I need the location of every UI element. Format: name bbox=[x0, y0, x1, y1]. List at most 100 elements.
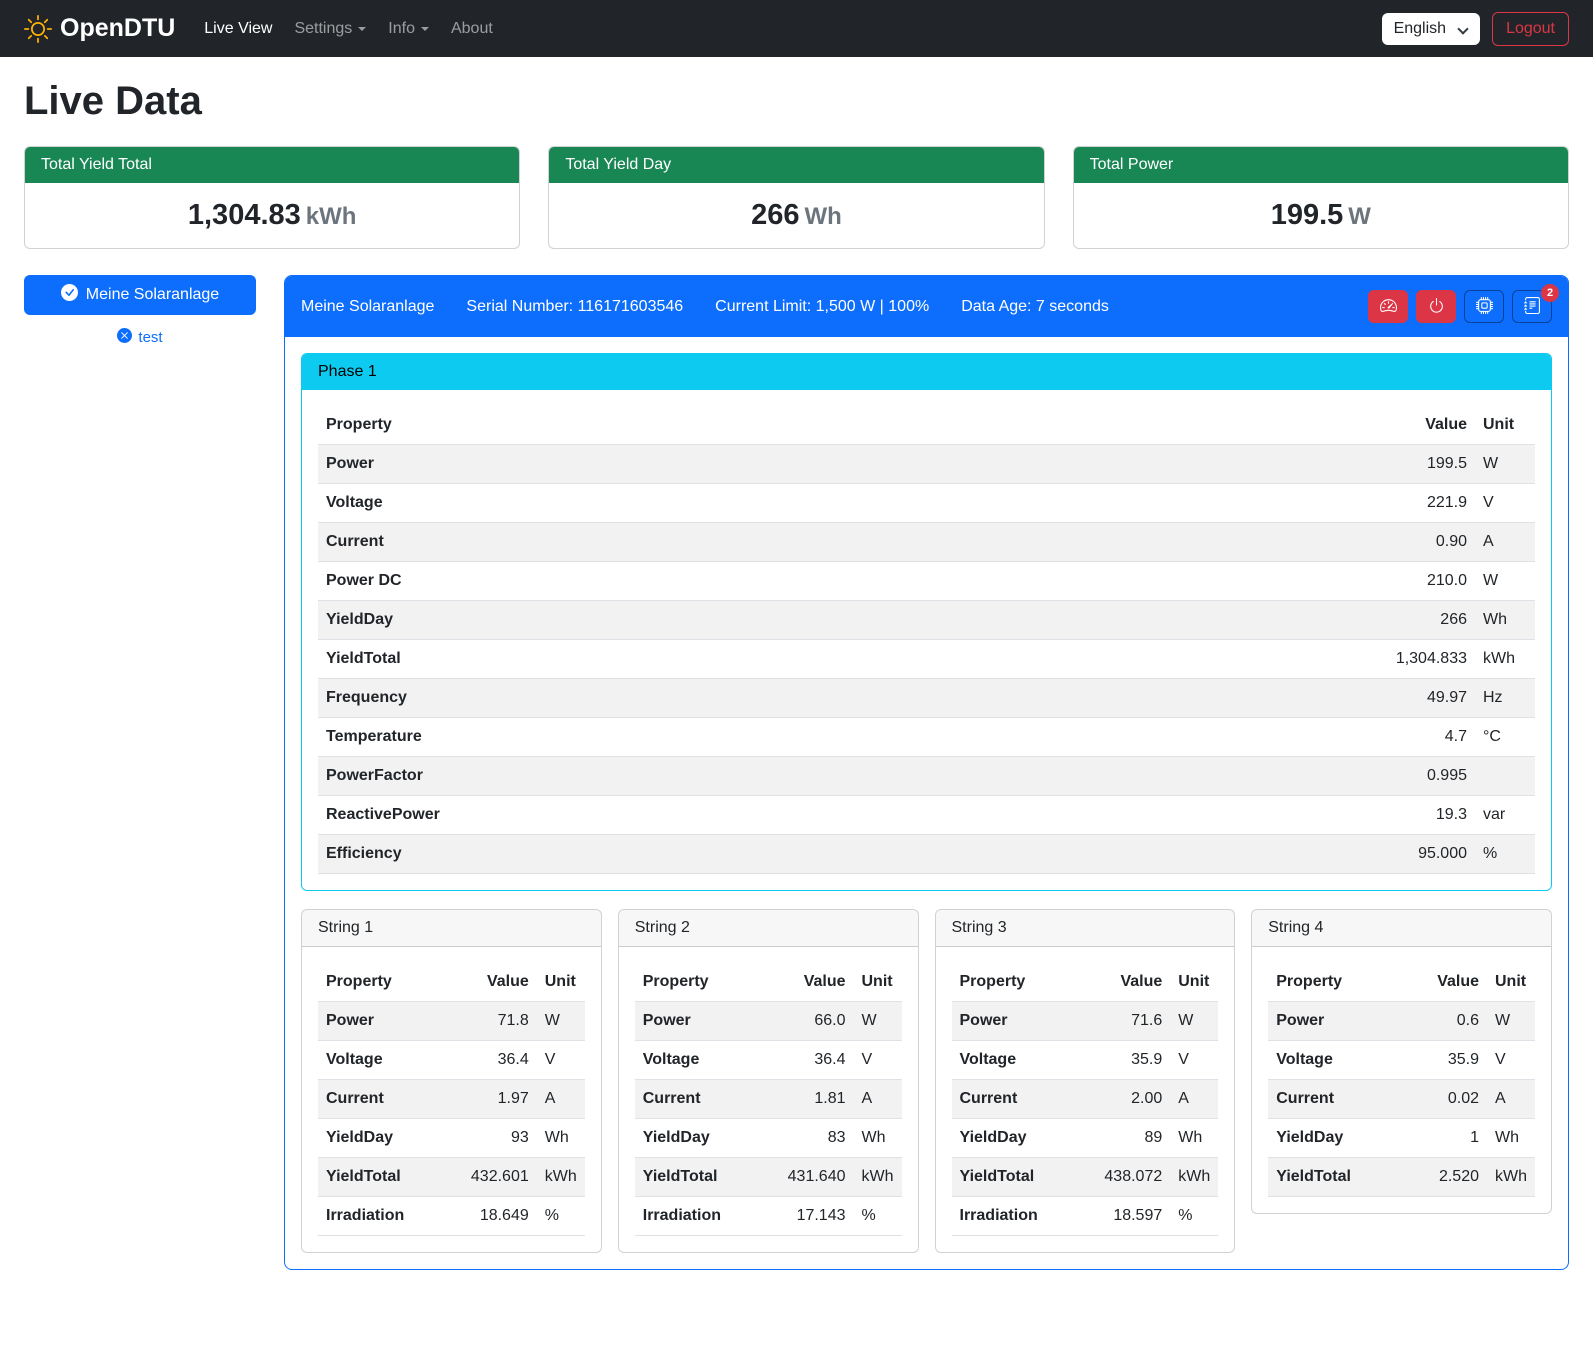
unit-cell: Wh bbox=[854, 1119, 902, 1158]
device-info-button[interactable] bbox=[1464, 290, 1504, 323]
unit-cell: kWh bbox=[537, 1158, 585, 1197]
unit-cell: A bbox=[1487, 1080, 1535, 1119]
string-title: String 2 bbox=[619, 910, 918, 947]
unit-cell: V bbox=[537, 1041, 585, 1080]
unit-cell: kWh bbox=[1487, 1158, 1535, 1197]
card-unit: kWh bbox=[306, 203, 357, 230]
table-row: YieldTotal1,304.833kWh bbox=[318, 640, 1535, 679]
unit-cell: Wh bbox=[537, 1119, 585, 1158]
property-cell: YieldDay bbox=[952, 1119, 1097, 1158]
property-cell: Voltage bbox=[1268, 1041, 1413, 1080]
table-row: Power DC210.0W bbox=[318, 562, 1535, 601]
main-nav: Live View Settings Info About bbox=[193, 12, 504, 46]
value-cell: 18.649 bbox=[463, 1197, 537, 1236]
phase-card-body: Property Value Unit Power199.5WVoltage22… bbox=[302, 390, 1551, 874]
content-row: Meine Solaranlage test Meine Solaranlage… bbox=[24, 275, 1569, 1270]
navbar: OpenDTU Live View Settings Info About En… bbox=[0, 0, 1593, 57]
table-row: YieldDay89Wh bbox=[952, 1119, 1219, 1158]
property-cell: Current bbox=[952, 1080, 1097, 1119]
property-cell: Voltage bbox=[635, 1041, 780, 1080]
table-row: Current0.02A bbox=[1268, 1080, 1535, 1119]
table-header-row: Property Value Unit bbox=[318, 963, 585, 1002]
value-cell: 432.601 bbox=[463, 1158, 537, 1197]
unit-cell: kWh bbox=[1475, 640, 1535, 679]
navbar-right: English Logout bbox=[1382, 12, 1569, 46]
value-cell: 35.9 bbox=[1096, 1041, 1170, 1080]
inverter-item-test[interactable]: test bbox=[24, 328, 256, 347]
table-head: Property Value Unit bbox=[1268, 963, 1535, 1002]
unit-cell: A bbox=[537, 1080, 585, 1119]
property-cell: Power bbox=[1268, 1002, 1413, 1041]
card-unit: Wh bbox=[805, 203, 842, 230]
property-cell: Power DC bbox=[318, 562, 1335, 601]
table-row: YieldTotal2.520kWh bbox=[1268, 1158, 1535, 1197]
table-row: Efficiency95.000% bbox=[318, 835, 1535, 874]
property-cell: Power bbox=[635, 1002, 780, 1041]
value-cell: 18.597 bbox=[1096, 1197, 1170, 1236]
table-row: ReactivePower19.3var bbox=[318, 796, 1535, 835]
card-title: Total Yield Total bbox=[25, 147, 519, 183]
property-cell: YieldDay bbox=[318, 601, 1335, 640]
col-unit: Unit bbox=[1170, 963, 1218, 1002]
caret-down-icon bbox=[421, 27, 429, 31]
inverter-panel: Meine Solaranlage Serial Number: 1161716… bbox=[284, 275, 1569, 1270]
nav-info[interactable]: Info bbox=[377, 12, 440, 46]
col-unit: Unit bbox=[1487, 963, 1535, 1002]
property-cell: Temperature bbox=[318, 718, 1335, 757]
value-cell: 1.97 bbox=[463, 1080, 537, 1119]
inverter-name: Meine Solaranlage bbox=[301, 298, 434, 316]
property-cell: Voltage bbox=[318, 1041, 463, 1080]
string-card-body: Property Value Unit Power71.8WVoltage36.… bbox=[302, 947, 601, 1236]
caret-down-icon bbox=[358, 27, 366, 31]
string-3-card: String 3 Property Value Unit bbox=[935, 909, 1236, 1253]
unit-cell: V bbox=[854, 1041, 902, 1080]
property-cell: YieldDay bbox=[1268, 1119, 1413, 1158]
brand[interactable]: OpenDTU bbox=[24, 14, 175, 43]
value-cell: 1,304.833 bbox=[1335, 640, 1475, 679]
property-cell: Power bbox=[318, 445, 1335, 484]
value-cell: 266 bbox=[1335, 601, 1475, 640]
value-cell: 71.8 bbox=[463, 1002, 537, 1041]
nav-about[interactable]: About bbox=[440, 12, 504, 46]
string-1-table-body: Power71.8WVoltage36.4VCurrent1.97AYieldD… bbox=[318, 1002, 585, 1236]
value-cell: 221.9 bbox=[1335, 484, 1475, 523]
chevron-down-icon bbox=[1457, 23, 1468, 34]
col-unit: Unit bbox=[1475, 406, 1535, 445]
unit-cell: W bbox=[854, 1002, 902, 1041]
event-log-button[interactable]: 2 bbox=[1512, 290, 1552, 323]
table-row: Current2.00A bbox=[952, 1080, 1219, 1119]
logout-button[interactable]: Logout bbox=[1492, 12, 1569, 46]
unit-cell: V bbox=[1487, 1041, 1535, 1080]
property-cell: Current bbox=[1268, 1080, 1413, 1119]
nav-settings[interactable]: Settings bbox=[283, 12, 377, 46]
string-1-table: Property Value Unit Power71.8WVoltage36.… bbox=[318, 963, 585, 1236]
unit-cell bbox=[1475, 757, 1535, 796]
power-icon bbox=[1428, 297, 1445, 317]
inverter-item-label: test bbox=[138, 329, 162, 346]
col-unit: Unit bbox=[537, 963, 585, 1002]
string-title: String 4 bbox=[1252, 910, 1551, 947]
nav-live-view[interactable]: Live View bbox=[193, 12, 283, 46]
limit-settings-button[interactable] bbox=[1368, 290, 1408, 323]
table-row: Irradiation17.143% bbox=[635, 1197, 902, 1236]
inverter-panel-body: Phase 1 Property Value Unit Power199.5WV… bbox=[285, 337, 1568, 1269]
language-select[interactable]: English bbox=[1382, 13, 1480, 45]
table-row: YieldDay93Wh bbox=[318, 1119, 585, 1158]
value-cell: 2.520 bbox=[1413, 1158, 1487, 1197]
card-value: 1,304.83 bbox=[188, 199, 301, 231]
string-4-table: Property Value Unit Power0.6WVoltage35.9… bbox=[1268, 963, 1535, 1197]
table-row: Voltage35.9V bbox=[1268, 1041, 1535, 1080]
brand-label: OpenDTU bbox=[60, 14, 175, 43]
string-2-table: Property Value Unit Power66.0WVoltage36.… bbox=[635, 963, 902, 1236]
inverter-item-selected[interactable]: Meine Solaranlage bbox=[24, 275, 256, 315]
summary-cards: Total Yield Total 1,304.83kWh Total Yiel… bbox=[24, 146, 1569, 249]
inverter-sidebar: Meine Solaranlage test bbox=[24, 275, 256, 347]
power-toggle-button[interactable] bbox=[1416, 290, 1456, 323]
unit-cell: kWh bbox=[854, 1158, 902, 1197]
table-row: Current1.81A bbox=[635, 1080, 902, 1119]
property-cell: Voltage bbox=[318, 484, 1335, 523]
speedometer-icon bbox=[1380, 297, 1397, 317]
total-yield-total-card: Total Yield Total 1,304.83kWh bbox=[24, 146, 520, 249]
table-head: Property Value Unit bbox=[318, 963, 585, 1002]
value-cell: 95.000 bbox=[1335, 835, 1475, 874]
